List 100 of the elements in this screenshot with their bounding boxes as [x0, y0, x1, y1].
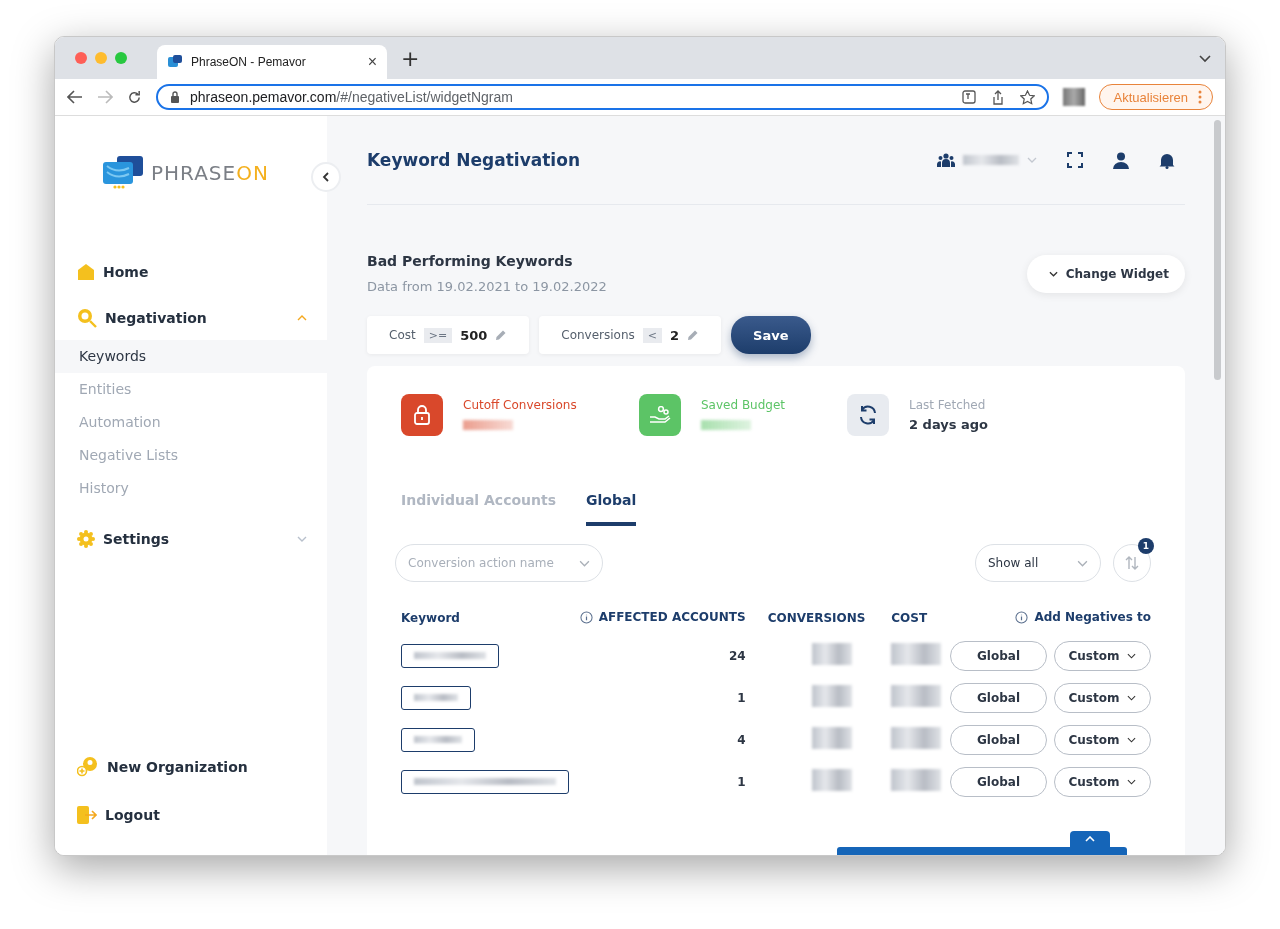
reload-icon[interactable] [127, 89, 142, 105]
info-icon[interactable] [579, 610, 593, 624]
users-icon [937, 153, 955, 167]
nav-item[interactable]: Home [55, 260, 327, 284]
chevron-down-icon [579, 559, 590, 567]
global-button[interactable]: Global [950, 766, 1047, 797]
extension-icon[interactable] [1062, 88, 1085, 106]
home-icon [77, 263, 95, 281]
refresh-icon [858, 405, 878, 425]
nav-subitem[interactable]: Keywords [55, 340, 327, 373]
browser-tab[interactable]: PhraseON - Pemavor × [157, 45, 387, 79]
count-badge: 1 [1138, 538, 1154, 554]
address-bar[interactable]: phraseon.pemavor.com/#/negativeList/widgetNgram [156, 84, 1049, 110]
chevron-down-icon [1127, 694, 1137, 701]
settings-icon [77, 530, 95, 548]
filter-chip[interactable]: Cost >= 500 [367, 316, 530, 354]
operator-tag: >= [423, 327, 453, 343]
share-icon[interactable] [991, 89, 1004, 105]
nav-item[interactable]: Negativation [55, 306, 327, 330]
redacted-value [891, 685, 942, 707]
user-icon[interactable] [1113, 151, 1129, 169]
scrollbar[interactable] [1214, 120, 1221, 380]
nav-item[interactable]: Settings [55, 527, 327, 551]
redacted-value [811, 769, 852, 791]
global-button[interactable]: Global [950, 682, 1047, 713]
logo-icon [103, 156, 145, 190]
expand-panel-button[interactable] [1070, 831, 1110, 847]
global-button[interactable]: Global [950, 724, 1047, 755]
close-tab-button[interactable]: × [367, 53, 377, 71]
logo-text: PHRASEON [151, 161, 269, 185]
nav-item[interactable]: New Organization [55, 755, 327, 779]
nav-item[interactable]: Logout [55, 803, 327, 827]
account-selector[interactable] [937, 153, 1037, 167]
chevron-down-icon[interactable] [1199, 55, 1211, 63]
redacted-value [891, 643, 942, 665]
sort-icon [1124, 556, 1140, 570]
redacted-value [701, 420, 751, 430]
chevron-down-icon [1077, 559, 1088, 567]
filter-chip[interactable]: Conversions < 2 [539, 316, 722, 354]
custom-dropdown[interactable]: Custom [1054, 724, 1151, 755]
table-cell: 1 [737, 690, 746, 705]
redacted-value [811, 643, 852, 665]
page-title: Keyword Negativation [367, 150, 580, 170]
bell-icon[interactable] [1159, 151, 1175, 169]
redacted-value [463, 420, 513, 430]
stat-value: 2 days ago [909, 417, 988, 432]
chevron-down-icon [1127, 778, 1137, 785]
stat-label: Cutoff Conversions [463, 398, 577, 412]
redacted-value [811, 685, 852, 707]
favicon-icon [167, 54, 183, 70]
stat-label: Saved Budget [701, 398, 786, 412]
chevron-down-icon [1127, 736, 1137, 743]
sort-button[interactable] [1113, 544, 1151, 582]
chevron-up-icon [1085, 836, 1095, 842]
chevron-down-icon [1027, 157, 1037, 163]
view-tab[interactable]: Global [586, 492, 637, 526]
collapse-button[interactable] [311, 162, 341, 192]
table-cell: 1 [737, 774, 746, 789]
change-widget-button[interactable]: Change Widget [1026, 254, 1185, 293]
url-text: phraseon.pemavor.com/#/negativeList/widgetNgram [190, 89, 514, 105]
search-icon [77, 308, 97, 328]
widget-title: Bad Performing Keywords [367, 253, 574, 269]
logout-icon [77, 806, 97, 824]
more-icon[interactable] [1198, 90, 1202, 104]
filter-value: 2 [670, 327, 680, 343]
fullscreen-icon[interactable] [1067, 152, 1083, 168]
redacted-value [891, 727, 942, 749]
hand-coins-icon [649, 406, 671, 424]
stat-label: Last Fetched [909, 398, 987, 412]
chevron-left-icon [322, 172, 330, 182]
add-user-icon [77, 757, 99, 777]
filter-label: Cost [389, 328, 416, 342]
new-tab-button[interactable]: + [401, 45, 420, 71]
custom-dropdown[interactable]: Custom [1054, 682, 1151, 713]
chevron-down-icon [1048, 270, 1058, 277]
operator-tag: < [642, 327, 662, 343]
column-header: Add Negatives to [1034, 610, 1151, 624]
column-header: CONVERSIONS [767, 611, 866, 626]
star-icon[interactable] [1019, 89, 1035, 105]
info-icon[interactable] [1015, 610, 1029, 624]
table-cell: 24 [728, 648, 746, 663]
global-button[interactable]: Global [950, 640, 1047, 671]
keyword-tag [401, 685, 471, 710]
filter-value: 500 [460, 327, 488, 343]
redacted-value [811, 727, 852, 749]
custom-dropdown[interactable]: Custom [1054, 766, 1151, 797]
chevron-down-icon [1127, 652, 1137, 659]
lock-icon [413, 405, 431, 425]
custom-dropdown[interactable]: Custom [1054, 640, 1151, 671]
translate-icon[interactable] [961, 90, 976, 104]
table-cell: 4 [737, 732, 746, 747]
redacted-value [891, 769, 942, 791]
back-icon[interactable] [67, 90, 83, 104]
column-header: AFFECTED ACCOUNTS [598, 610, 746, 624]
column-header: Keyword [401, 611, 460, 626]
date-range: Data from 19.02.2021 to 19.02.2022 [367, 279, 607, 294]
tab-title: PhraseON - Pemavor [191, 55, 307, 69]
redacted-account-name [963, 155, 1019, 165]
save-button[interactable]: Save [731, 316, 811, 354]
lock-icon [170, 91, 180, 103]
